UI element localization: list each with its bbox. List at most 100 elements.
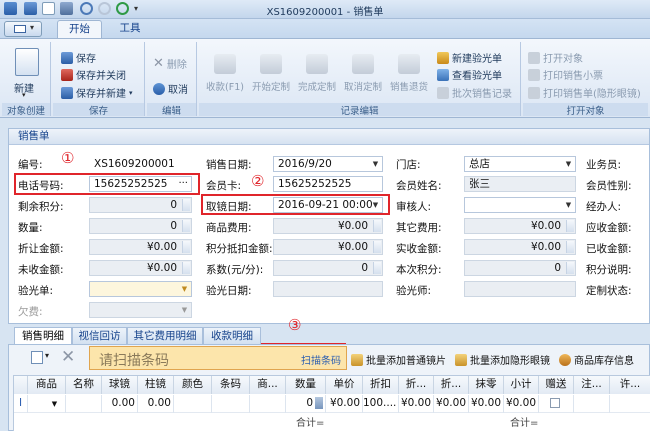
quantity-field: 0 — [89, 218, 192, 234]
cancel-custom-button[interactable]: 取消定制 — [341, 54, 385, 93]
print-ticket-button[interactable]: 打印销售小票 — [528, 67, 603, 82]
col-header-color[interactable]: 颜色 — [174, 376, 212, 394]
cell-color[interactable] — [174, 395, 212, 413]
col-header-round[interactable]: 抹零 — [469, 376, 504, 394]
tab-start[interactable]: 开始 — [57, 20, 102, 38]
ribbon: 新建 ▾ 对象创建 保存 保存并关闭 保存并新建 ▾ 保存 ✕ 删除 取消 编辑 收… — [0, 38, 650, 118]
gift-checkbox[interactable] — [550, 398, 560, 408]
finish-custom-button[interactable]: 完成定制 — [295, 54, 339, 93]
view-lens-order-button[interactable]: 查看验光单 — [437, 67, 502, 82]
sale-date-field[interactable]: 2016/9/20 ▼ — [273, 156, 383, 172]
unpaid-label: 未收金额: — [18, 264, 64, 276]
spinner-icon[interactable] — [315, 397, 323, 409]
col-header-price[interactable]: 单价 — [326, 376, 363, 394]
cell-round[interactable]: ¥0.00 — [469, 395, 504, 413]
col-header-note[interactable]: 注... — [574, 376, 610, 394]
chevron-down-icon[interactable]: ▾ — [45, 351, 49, 360]
barcode-scan-input[interactable]: 请扫描条码 扫描条码 — [89, 346, 347, 370]
col-header-sph[interactable]: 球镜 — [102, 376, 138, 394]
col-header-gift[interactable]: 赠送 — [539, 376, 574, 394]
tab-other-cost[interactable]: 其它费用明细 — [127, 327, 203, 344]
tab-tools[interactable]: 工具 — [110, 20, 150, 38]
save-button[interactable]: 保存 — [61, 50, 96, 65]
tab-payment[interactable]: 收款明细 — [203, 327, 261, 344]
cell-product[interactable]: ▼ — [28, 395, 66, 413]
col-header-qty[interactable]: 数量 — [286, 376, 326, 394]
manager-label: 经办人: — [586, 201, 622, 213]
group-label: 打开对象 — [523, 103, 648, 117]
member-card-field[interactable]: 15625252525 — [273, 176, 383, 192]
open-object-icon — [528, 51, 540, 64]
store-select[interactable]: 总店 ▼ — [464, 156, 576, 172]
sales-return-button[interactable]: 销售退货 — [387, 54, 431, 93]
number-label: 编号: — [18, 159, 43, 171]
chevron-down-icon: ▾ — [129, 88, 133, 97]
batch-record-icon — [437, 86, 449, 99]
col-header-cyl[interactable]: 柱镜 — [138, 376, 174, 394]
cell-gift[interactable] — [539, 395, 574, 413]
cell-d2[interactable]: ¥0.00 — [434, 395, 469, 413]
col-header-product[interactable]: 商品 — [28, 376, 66, 394]
col-header-d2[interactable]: 折... — [434, 376, 469, 394]
cell-subtotal[interactable]: ¥0.00 — [504, 395, 539, 413]
col-header-discount[interactable]: 折扣 — [363, 376, 399, 394]
reviewer-select[interactable]: ▼ — [464, 197, 576, 213]
start-custom-button[interactable]: 开始定制 — [249, 54, 293, 93]
cell-price[interactable]: ¥0.00 — [326, 395, 363, 413]
marker-1: ① — [61, 149, 75, 167]
col-header-subtotal[interactable]: 小计 — [504, 376, 539, 394]
table-row[interactable]: I ▼ 0.00 0.00 0 ¥0.00 100.... ¥0.00 ¥0.0… — [14, 394, 650, 413]
scan-placeholder: 请扫描条码 — [99, 353, 169, 369]
col-header-barcode[interactable]: 条码 — [212, 376, 250, 394]
collect-payment-button[interactable]: 收款(F1) — [203, 54, 247, 93]
delete-button[interactable]: ✕ 删除 — [153, 56, 187, 71]
new-button[interactable]: 新建 ▾ — [2, 42, 50, 102]
cell-barcode[interactable] — [212, 395, 250, 413]
col-header-merchant[interactable]: 商... — [250, 376, 286, 394]
col-header-d1[interactable]: 折... — [399, 376, 434, 394]
application-menu-button[interactable]: ▾ — [4, 21, 42, 37]
member-name-field: 张三 — [464, 176, 576, 192]
new-lens-order-button[interactable]: 新建验光单 — [437, 50, 502, 65]
row-indicator: I — [14, 395, 28, 413]
group-edit: ✕ 删除 取消 编辑 — [147, 42, 197, 117]
delete-row-icon[interactable]: ✕ — [61, 347, 75, 367]
chevron-down-icon: ▼ — [372, 160, 379, 168]
cell-cyl[interactable]: 0.00 — [138, 395, 174, 413]
col-header-name[interactable]: 名称 — [66, 376, 102, 394]
group-open-object: 打开对象 打印销售小票 打印销售单(隐形眼镜) 打开对象 — [523, 42, 648, 117]
other-cost-label: 其它费用: — [396, 222, 442, 234]
cell-merchant[interactable] — [250, 395, 286, 413]
batch-add-contact-button[interactable]: 批量添加隐形眼镜 — [455, 352, 550, 367]
scan-barcode-button[interactable]: 扫描条码 — [301, 352, 341, 367]
group-label: 编辑 — [147, 103, 196, 117]
chevron-down-icon: ▼ — [51, 400, 58, 408]
discount-total-field: ¥0.00 — [89, 239, 192, 255]
lens-order-select[interactable]: ▼ — [89, 281, 192, 297]
sales-order-form: 销售单 编号: XS1609200001 电话号码: 15625252525 ··… — [8, 128, 650, 324]
cell-discount[interactable]: 100.... — [363, 395, 399, 413]
received-label: 已收金额: — [586, 243, 632, 255]
cell-note[interactable] — [574, 395, 610, 413]
tab-sales-detail[interactable]: 销售明细 — [14, 327, 72, 345]
cell-permit[interactable] — [610, 395, 650, 413]
print-contact-order-button[interactable]: 打印销售单(隐形眼镜) — [528, 85, 641, 100]
add-row-icon[interactable] — [31, 351, 43, 364]
cell-sph[interactable]: 0.00 — [102, 395, 138, 413]
save-close-icon — [61, 68, 73, 81]
grid-corner — [14, 376, 28, 394]
open-object-button[interactable]: 打开对象 — [528, 50, 583, 65]
save-close-button[interactable]: 保存并关闭 — [61, 67, 126, 82]
tab-followup[interactable]: 视信回访 — [72, 327, 127, 344]
cell-name[interactable] — [66, 395, 102, 413]
group-label: 记录编辑 — [199, 103, 520, 117]
cell-qty[interactable]: 0 — [286, 395, 326, 413]
inventory-info-button[interactable]: 商品库存信息 — [559, 352, 634, 367]
col-header-permit[interactable]: 许... — [610, 376, 650, 394]
save-new-button[interactable]: 保存并新建 ▾ — [61, 85, 133, 100]
spinner-icon — [182, 199, 190, 211]
cell-d1[interactable]: ¥0.00 — [399, 395, 434, 413]
batch-sales-record-button[interactable]: 批次销售记录 — [437, 85, 512, 100]
batch-add-glasses-button[interactable]: 批量添加普通镜片 — [351, 352, 446, 367]
cancel-button[interactable]: 取消 — [153, 81, 188, 96]
